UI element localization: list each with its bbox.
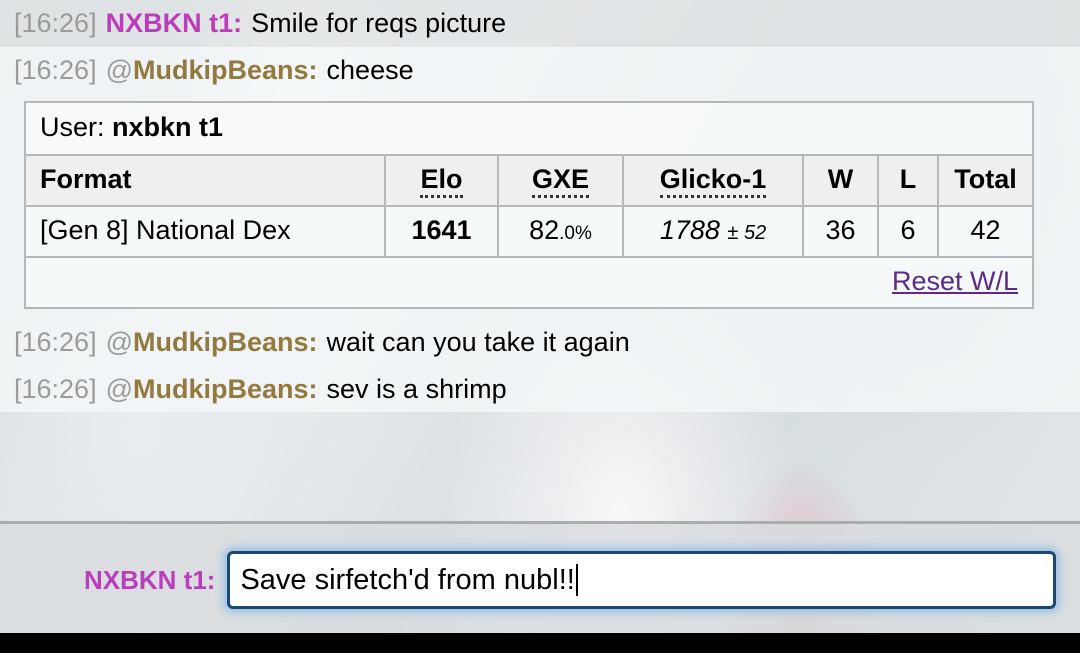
gxe-abbr: GXE <box>531 164 590 199</box>
column-header-format: Format <box>24 154 386 208</box>
glicko-abbr: Glicko-1 <box>659 164 767 199</box>
cell-elo: 1641 <box>384 205 499 259</box>
cell-glicko: 1788 ± 52 <box>622 205 804 259</box>
table-row: [Gen 8] National Dex 1641 82.0% 1788 ± 5… <box>24 205 1034 259</box>
table-header-row: Format Elo GXE Glicko-1 W L Total <box>24 154 1034 208</box>
user-label: User: <box>40 112 105 143</box>
chat-input-value: Save sirfetch'd from nubl!! <box>240 563 575 596</box>
column-header-total: Total <box>937 154 1034 208</box>
message-timestamp: [16:26] <box>14 54 97 85</box>
glicko-deviation: ± 52 <box>727 222 767 245</box>
column-header-glicko[interactable]: Glicko-1 <box>622 154 804 208</box>
chat-message: [16:26] NXBKN t1: Smile for reqs picture <box>0 0 1080 47</box>
table-user-row: User: nxbkn t1 <box>24 101 1034 157</box>
gxe-suffix: .0% <box>559 223 592 245</box>
message-timestamp: [16:26] <box>14 373 97 404</box>
message-timestamp: [16:26] <box>14 327 97 358</box>
text-caret <box>575 564 578 596</box>
chat-composer: NXBKN t1: Save sirfetch'd from nubl!! <box>0 521 1080 636</box>
message-text: sev is a shrimp <box>326 373 507 404</box>
reset-cell: Reset W/L <box>24 256 1034 310</box>
username-at-prefix: @ <box>105 54 133 85</box>
message-text: wait can you take it again <box>326 327 630 358</box>
user-name: nxbkn t1 <box>112 112 224 143</box>
user-rating-table: User: nxbkn t1 Format Elo GXE Glicko-1 W… <box>24 101 1034 310</box>
message-text: Smile for reqs picture <box>251 8 507 38</box>
bottom-system-bar <box>0 633 1080 653</box>
cell-losses: 6 <box>877 205 939 259</box>
message-timestamp: [16:26] <box>14 8 97 38</box>
message-username[interactable]: MudkipBeans: <box>133 327 318 357</box>
message-text: cheese <box>326 54 414 85</box>
column-header-gxe[interactable]: GXE <box>497 154 624 208</box>
cell-wins: 36 <box>802 205 879 259</box>
chat-message: [16:26] @MudkipBeans: sev is a shrimp <box>0 365 1080 413</box>
column-header-wins: W <box>802 154 879 208</box>
cell-format: [Gen 8] National Dex <box>24 205 386 259</box>
glicko-value: 1788 <box>659 215 720 246</box>
reset-wl-link[interactable]: Reset W/L <box>892 266 1018 296</box>
elo-abbr: Elo <box>420 164 463 199</box>
username-at-prefix: @ <box>105 373 133 404</box>
table-reset-row: Reset W/L <box>24 256 1034 310</box>
user-cell: User: nxbkn t1 <box>24 101 1034 157</box>
composer-username: NXBKN t1: <box>84 564 216 595</box>
gxe-value: 82 <box>529 215 560 246</box>
column-header-elo[interactable]: Elo <box>384 154 499 208</box>
username-at-prefix: @ <box>105 327 133 358</box>
chat-application: [16:26] NXBKN t1: Smile for reqs picture [… <box>0 0 1080 653</box>
chat-message: [16:26] @MudkipBeans: cheese <box>0 46 1080 94</box>
cell-total: 42 <box>937 205 1034 259</box>
chat-message: [16:26] @MudkipBeans: wait can you take it… <box>0 319 1080 366</box>
message-username[interactable]: MudkipBeans: <box>133 374 318 404</box>
cell-gxe: 82.0% <box>497 205 624 259</box>
chat-input[interactable]: Save sirfetch'd from nubl!! <box>227 551 1056 609</box>
message-username[interactable]: NXBKN t1: <box>106 8 243 38</box>
rating-table-container: User: nxbkn t1 Format Elo GXE Glicko-1 W… <box>0 93 1080 320</box>
message-username[interactable]: MudkipBeans: <box>133 55 318 85</box>
column-header-losses: L <box>877 154 939 208</box>
chat-log[interactable]: [16:26] NXBKN t1: Smile for reqs picture [… <box>0 0 1080 521</box>
